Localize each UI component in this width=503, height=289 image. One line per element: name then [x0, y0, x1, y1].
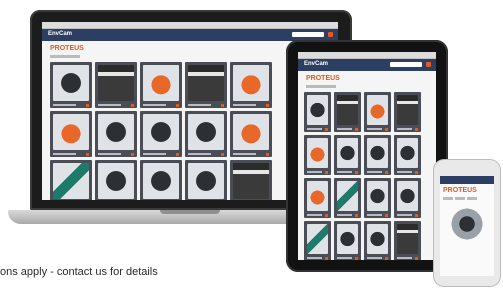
site-header: EnvCam: [298, 59, 436, 71]
product-tile[interactable]: [95, 62, 137, 108]
product-tile[interactable]: [394, 135, 421, 175]
product-tile[interactable]: [230, 111, 272, 157]
product-tile[interactable]: [334, 178, 361, 218]
nav-tab[interactable]: [443, 197, 453, 200]
nav-tab[interactable]: [467, 197, 477, 200]
product-tile[interactable]: [50, 160, 92, 200]
product-tile[interactable]: [140, 62, 182, 108]
search-input[interactable]: [390, 62, 422, 67]
product-tile[interactable]: [50, 62, 92, 108]
product-tile[interactable]: [185, 62, 227, 108]
site-header: EnvCam: [42, 29, 338, 41]
browser-bar: [298, 52, 436, 59]
product-tile[interactable]: [334, 135, 361, 175]
phone-nav-tabs[interactable]: [443, 197, 494, 200]
product-grid: [298, 92, 436, 260]
product-tile[interactable]: [304, 135, 331, 175]
product-tile[interactable]: [304, 92, 331, 132]
site-logo[interactable]: EnvCam: [304, 61, 328, 67]
tablet-screen: EnvCam PROTEUS: [298, 52, 436, 260]
brand-title: PROTEUS: [443, 187, 477, 194]
browser-bar: [42, 22, 338, 29]
product-tile[interactable]: [230, 160, 272, 200]
search-icon[interactable]: [426, 62, 431, 67]
laptop-notch: [160, 210, 220, 214]
product-tile[interactable]: [364, 135, 391, 175]
search-icon[interactable]: [328, 32, 333, 37]
footer-note: ons apply - contact us for details: [0, 266, 158, 278]
nav-tab[interactable]: [455, 197, 465, 200]
search-input[interactable]: [292, 32, 324, 37]
product-tile[interactable]: [364, 178, 391, 218]
product-tile[interactable]: [394, 221, 421, 260]
breadcrumb[interactable]: [306, 85, 336, 88]
product-tile[interactable]: [230, 62, 272, 108]
product-tile[interactable]: [95, 160, 137, 200]
product-tile[interactable]: [140, 160, 182, 200]
product-tile[interactable]: [304, 221, 331, 260]
breadcrumb[interactable]: [50, 55, 80, 58]
product-tile[interactable]: [185, 111, 227, 157]
site-header: [440, 176, 494, 184]
product-tile[interactable]: [50, 111, 92, 157]
phone-screen: PROTEUS: [440, 176, 494, 276]
site-logo[interactable]: EnvCam: [48, 31, 72, 37]
product-tile[interactable]: [364, 92, 391, 132]
product-tile[interactable]: [394, 178, 421, 218]
brand-title: PROTEUS: [306, 75, 340, 82]
product-tile[interactable]: [364, 221, 391, 260]
product-tile[interactable]: [334, 221, 361, 260]
product-tile[interactable]: [304, 178, 331, 218]
product-tile[interactable]: [334, 92, 361, 132]
product-tile[interactable]: [140, 111, 182, 157]
product-image[interactable]: [449, 206, 485, 242]
product-tile[interactable]: [95, 111, 137, 157]
product-tile[interactable]: [185, 160, 227, 200]
product-tile[interactable]: [394, 92, 421, 132]
